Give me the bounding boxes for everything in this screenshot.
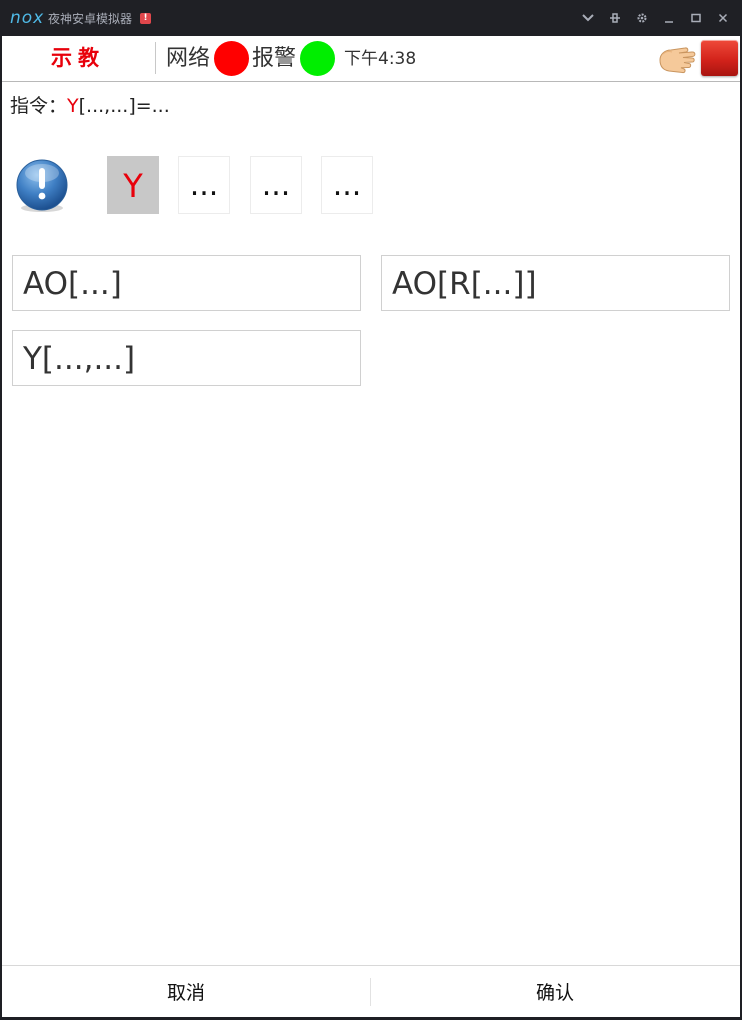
maximize-icon (690, 13, 701, 23)
emergency-stop-button[interactable] (701, 40, 738, 76)
command-prefix: Y (67, 95, 79, 117)
window-title: 夜神安卓模拟器 (48, 11, 133, 26)
clock: 下午4:38 (344, 49, 417, 69)
top-status-bar: 示教 网络 报警 下午4:38 (2, 36, 740, 82)
app-screen: 示教 网络 报警 下午4:38 指令：Y[...,...]=... Y ... … (2, 36, 740, 1017)
command-token-1[interactable]: Y (107, 156, 159, 214)
minimize-button[interactable] (655, 0, 682, 36)
option-button-ao-r[interactable]: AO[R[...]] (381, 255, 730, 311)
pin-icon (609, 13, 620, 23)
info-icon[interactable] (14, 158, 70, 214)
confirm-button[interactable]: 确认 (371, 966, 739, 1018)
alert-badge[interactable]: ! (140, 12, 152, 24)
mode-title: 示教 (51, 46, 105, 70)
command-line: 指令：Y[...,...]=... (10, 93, 170, 119)
nox-logo: nox (10, 8, 45, 28)
command-label: 指令： (10, 95, 68, 117)
dropdown-menu-button[interactable] (574, 0, 601, 36)
gear-icon (637, 13, 646, 23)
pin-button[interactable] (601, 0, 628, 36)
command-token-4[interactable]: ... (321, 156, 373, 214)
command-token-2[interactable]: ... (178, 156, 230, 214)
bottom-action-bar: 取消 确认 (2, 965, 740, 1017)
hand-icon[interactable] (657, 40, 699, 76)
network-status-indicator (214, 41, 249, 76)
cancel-button[interactable]: 取消 (2, 966, 370, 1018)
network-label: 网络 (166, 46, 211, 71)
alarm-status-indicator (300, 41, 335, 76)
top-divider (155, 42, 156, 74)
option-button-y[interactable]: Y[...,...] (12, 330, 361, 386)
settings-button[interactable] (628, 0, 655, 36)
close-icon (718, 13, 727, 23)
close-button[interactable] (709, 0, 736, 36)
chevron-down-icon (581, 14, 594, 22)
emulator-titlebar: nox 夜神安卓模拟器 ! (0, 0, 742, 36)
window-controls (574, 0, 736, 36)
command-args: [...,...]=... (78, 95, 170, 117)
maximize-button[interactable] (682, 0, 709, 36)
command-token-3[interactable]: ... (250, 156, 302, 214)
minimize-icon (664, 21, 673, 23)
alarm-label: 报警 (252, 46, 297, 71)
option-button-ao[interactable]: AO[...] (12, 255, 361, 311)
